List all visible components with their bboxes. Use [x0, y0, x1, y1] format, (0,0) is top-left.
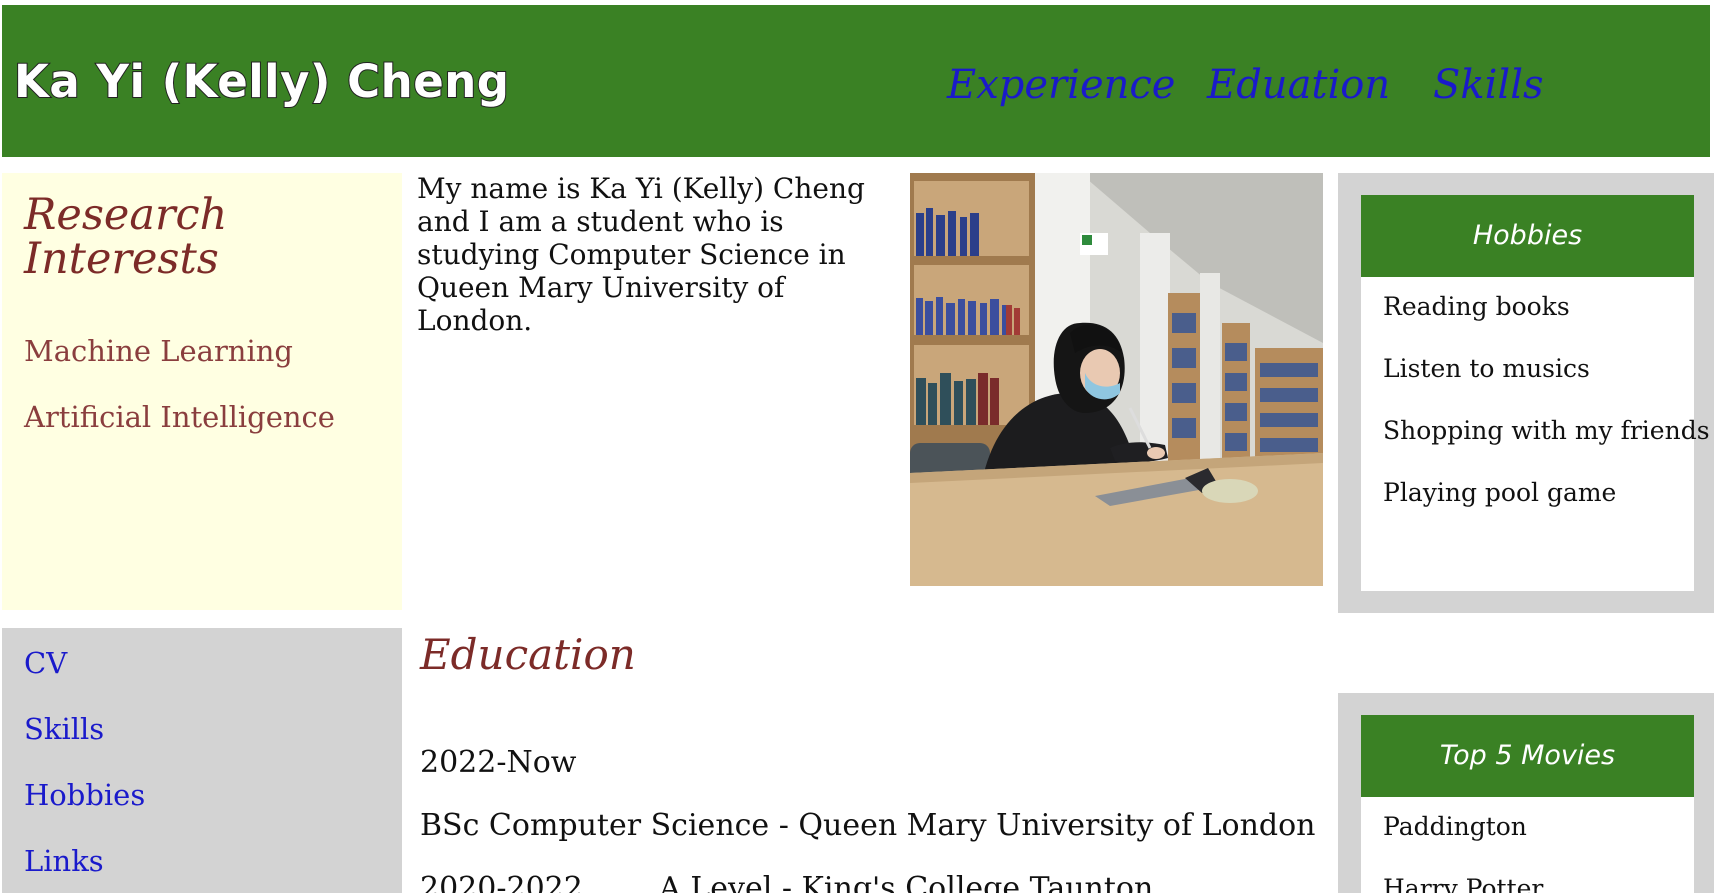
- nav-link-experience[interactable]: Experience: [947, 55, 1175, 115]
- research-interest-item: Machine Learning: [24, 334, 294, 368]
- movie-item: Harry Potter: [1383, 874, 1544, 893]
- hobbies-heading: Hobbies: [1361, 195, 1694, 277]
- hobbies-panel: Hobbies Reading books Listen to musics S…: [1338, 173, 1714, 613]
- side-nav-link-cv[interactable]: CV: [24, 643, 67, 683]
- education-entry: 2020-2022 A Level - King's College Taunt…: [420, 871, 1154, 893]
- hobby-item: Playing pool game: [1383, 478, 1617, 507]
- side-nav-link-hobbies[interactable]: Hobbies: [24, 775, 145, 815]
- research-interest-item: Artificial Intelligence: [24, 400, 335, 434]
- top-nav: Experience Eduation Skills: [2, 55, 1710, 115]
- research-interests-heading: Research Interests: [24, 190, 228, 284]
- movies-panel: Top 5 Movies Paddington Harry Potter: [1338, 693, 1714, 893]
- movies-heading: Top 5 Movies: [1361, 715, 1694, 797]
- side-nav: CV Skills Hobbies Links: [2, 628, 402, 893]
- hobby-item: Shopping with my friends: [1383, 416, 1710, 445]
- side-nav-link-skills[interactable]: Skills: [24, 709, 104, 749]
- hobby-item: Listen to musics: [1383, 354, 1590, 383]
- intro-paragraph: My name is Ka Yi (Kelly) Cheng and I am …: [417, 172, 865, 337]
- hobby-item: Reading books: [1383, 292, 1570, 321]
- site-header: Ka Yi (Kelly) Cheng Experience Eduation …: [2, 5, 1710, 157]
- education-heading: Education: [420, 630, 636, 679]
- nav-link-education[interactable]: Eduation: [1207, 55, 1390, 115]
- hobbies-card: Hobbies Reading books Listen to musics S…: [1361, 195, 1710, 591]
- profile-photo: [910, 173, 1323, 586]
- movie-item: Paddington: [1383, 812, 1527, 841]
- nav-link-skills[interactable]: Skills: [1433, 55, 1544, 115]
- research-interests-panel: Research Interests Machine Learning Arti…: [2, 173, 402, 610]
- education-entry: 2022-Now: [420, 745, 577, 780]
- movies-card: Top 5 Movies Paddington Harry Potter: [1361, 715, 1694, 893]
- education-entry: BSc Computer Science - Queen Mary Univer…: [420, 808, 1316, 843]
- side-nav-link-links[interactable]: Links: [24, 841, 104, 881]
